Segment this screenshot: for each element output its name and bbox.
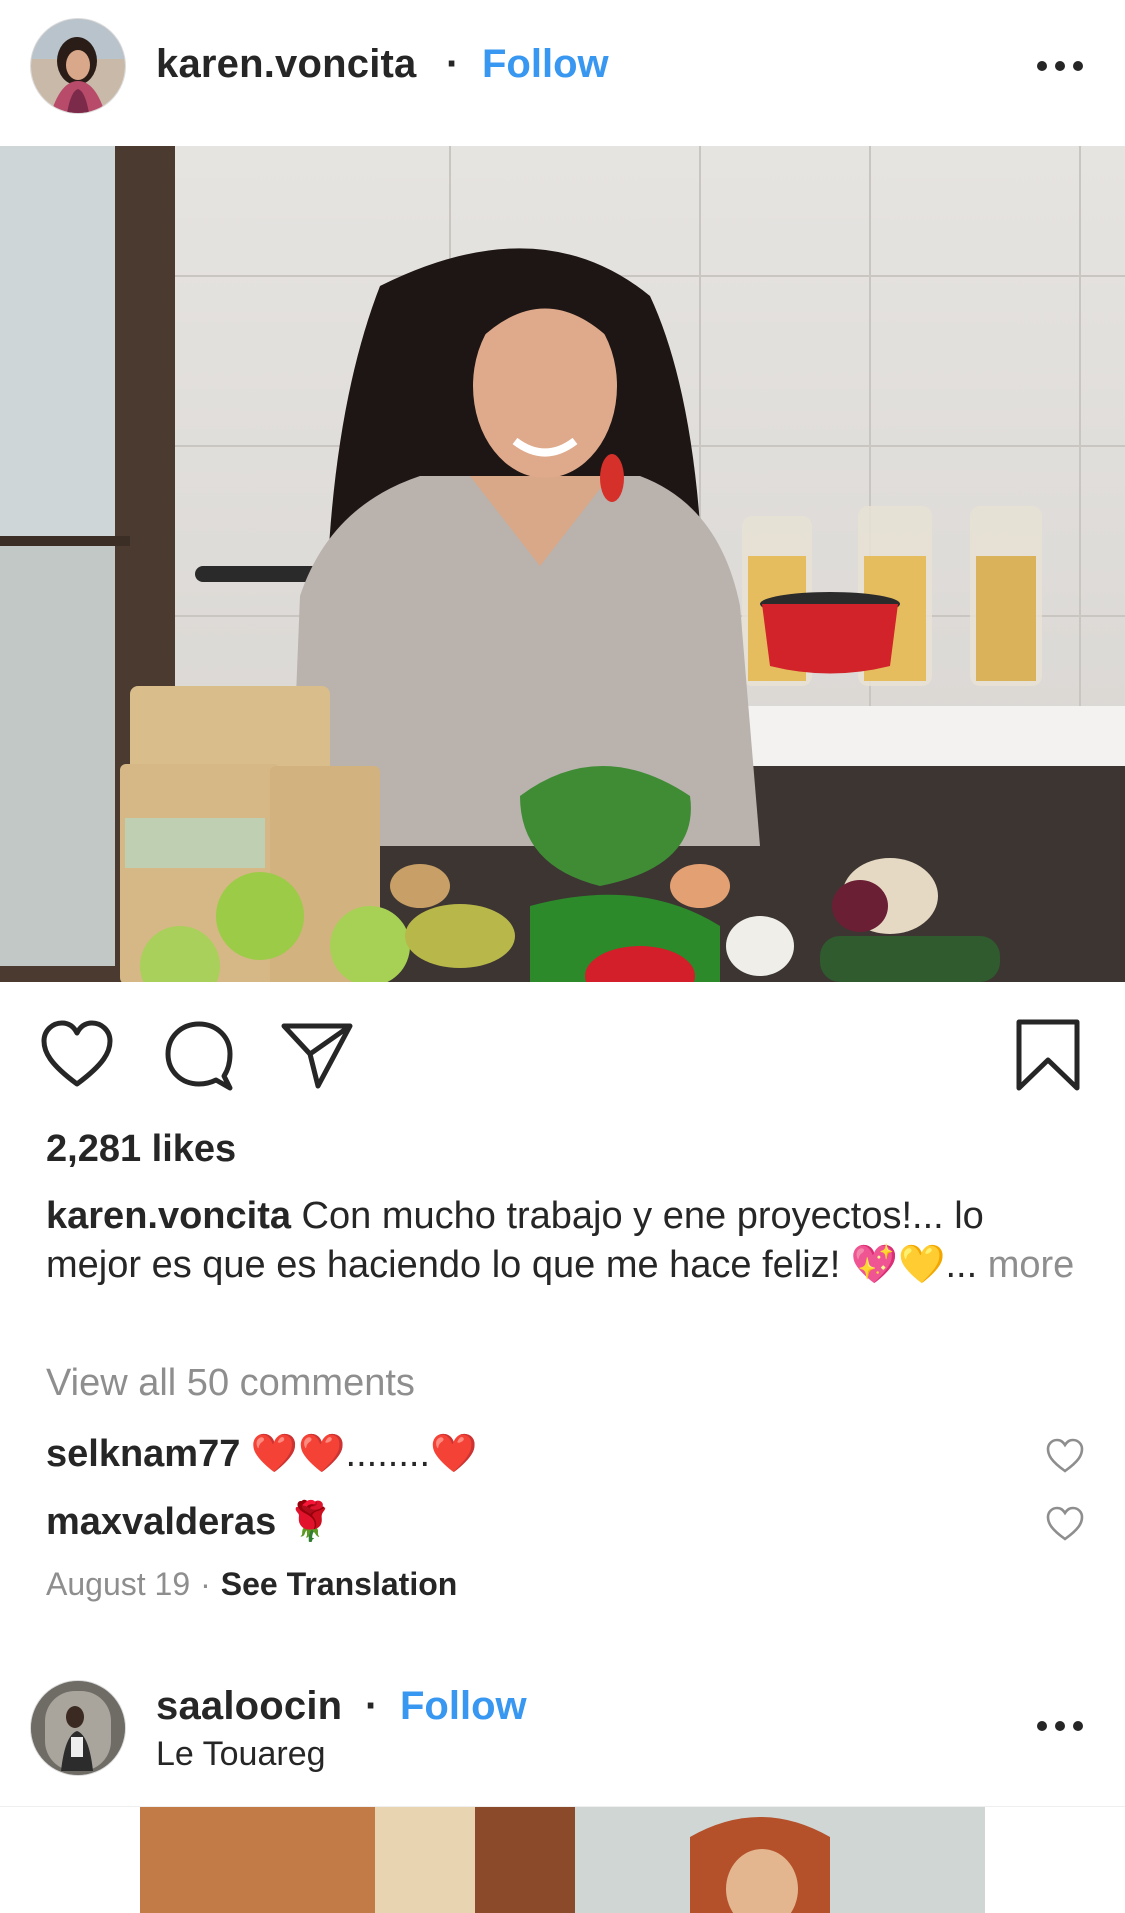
comment-text: 🌹 xyxy=(276,1501,335,1543)
comment-username[interactable]: selknam77 xyxy=(46,1433,240,1475)
post-date: August 19 xyxy=(46,1566,191,1602)
post-header: karen.voncita · Follow xyxy=(0,0,1125,146)
view-all-comments-link[interactable]: View all 50 comments xyxy=(46,1362,415,1405)
post-meta: August 19 · See Translation xyxy=(46,1566,457,1603)
post-photo[interactable] xyxy=(0,1807,1125,1913)
bookmark-icon[interactable] xyxy=(1011,1018,1085,1092)
avatar[interactable] xyxy=(30,18,126,114)
more-dots-icon[interactable] xyxy=(1030,1706,1090,1746)
see-translation-link[interactable]: See Translation xyxy=(221,1566,458,1602)
avatar[interactable] xyxy=(30,1680,126,1776)
comment-username[interactable]: maxvalderas xyxy=(46,1501,276,1543)
more-dots-icon[interactable] xyxy=(1030,46,1090,86)
caption-more-link[interactable]: more xyxy=(988,1244,1075,1286)
post-username[interactable]: karen.voncita xyxy=(156,42,417,87)
comment-row: selknam77 ❤️❤️........❤️ xyxy=(46,1432,477,1476)
post-photo[interactable] xyxy=(0,146,1125,982)
header-separator: · xyxy=(365,1684,379,1728)
comment-heart-icon[interactable] xyxy=(1046,1506,1084,1542)
meta-separator: · xyxy=(200,1566,211,1602)
caption-username[interactable]: karen.voncita xyxy=(46,1195,291,1237)
follow-button[interactable]: Follow xyxy=(400,1684,527,1729)
comment-row: maxvalderas 🌹 xyxy=(46,1500,334,1544)
follow-button[interactable]: Follow xyxy=(482,42,609,87)
caption-ellipsis: ... xyxy=(945,1244,988,1286)
post-location[interactable]: Le Touareg xyxy=(156,1735,326,1774)
likes-count[interactable]: 2,281 likes xyxy=(46,1128,236,1171)
paper-plane-icon[interactable] xyxy=(280,1018,354,1092)
header-separator: · xyxy=(446,42,460,86)
post-username[interactable]: saaloocin xyxy=(156,1684,342,1729)
post-caption: karen.voncita Con mucho trabajo y ene pr… xyxy=(46,1192,1076,1290)
comment-icon[interactable] xyxy=(162,1018,236,1092)
comment-text: ❤️❤️........❤️ xyxy=(240,1433,478,1475)
comment-heart-icon[interactable] xyxy=(1046,1438,1084,1474)
heart-icon[interactable] xyxy=(40,1018,114,1092)
